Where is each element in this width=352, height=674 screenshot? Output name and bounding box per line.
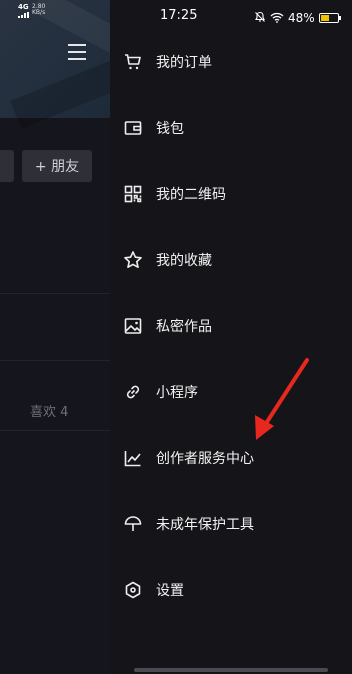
qr-code-icon xyxy=(122,183,144,205)
wifi-icon xyxy=(270,8,284,27)
signal-strength-icon xyxy=(18,12,29,18)
divider xyxy=(0,293,110,294)
profile-cover xyxy=(0,0,110,129)
menu-item-orders[interactable]: 我的订单 xyxy=(110,29,352,95)
divider xyxy=(0,360,110,361)
background-profile-page: 4G 2.80 KB/s + 朋友 喜欢 4 xyxy=(0,0,110,674)
menu-item-label: 未成年保护工具 xyxy=(156,517,254,533)
menu-item-minor-protection[interactable]: 未成年保护工具 xyxy=(110,491,352,557)
star-icon xyxy=(122,249,144,271)
battery-percent: 48% xyxy=(288,10,315,25)
menu-item-label: 创作者服务中心 xyxy=(156,451,254,467)
menu-item-label: 设置 xyxy=(156,583,184,599)
divider xyxy=(0,430,110,431)
net-speed-unit: KB/s xyxy=(32,9,46,16)
cart-icon xyxy=(122,51,144,73)
status-time: 17:25 xyxy=(160,8,198,23)
menu-item-settings[interactable]: 设置 xyxy=(110,557,352,623)
menu-item-label: 我的收藏 xyxy=(156,253,212,269)
menu-item-private-works[interactable]: 私密作品 xyxy=(110,293,352,359)
status-bar-left: 4G 2.80 KB/s xyxy=(18,4,45,18)
menu-item-label: 我的二维码 xyxy=(156,187,226,203)
wallet-icon xyxy=(122,117,144,139)
mini-program-link-icon xyxy=(122,381,144,403)
side-drawer: 17:25 48% 我的订单 钱包 我的二维码 我的收藏 私密作品 小程序 创作… xyxy=(110,0,352,674)
menu-item-label: 私密作品 xyxy=(156,319,212,335)
tab-likes[interactable]: 喜欢 4 xyxy=(30,401,68,420)
menu-item-label: 我的订单 xyxy=(156,55,212,71)
battery-icon xyxy=(318,12,341,23)
drawer-menu: 我的订单 钱包 我的二维码 我的收藏 私密作品 小程序 创作者服务中心 未成年保… xyxy=(110,29,352,623)
edit-profile-button[interactable] xyxy=(0,150,14,182)
mute-bell-icon xyxy=(254,8,266,27)
home-indicator xyxy=(134,668,328,672)
menu-item-label: 钱包 xyxy=(156,121,184,137)
menu-item-wallet[interactable]: 钱包 xyxy=(110,95,352,161)
private-image-icon xyxy=(122,315,144,337)
settings-icon xyxy=(122,579,144,601)
network-type: 4G xyxy=(18,3,29,11)
chart-line-icon xyxy=(122,447,144,469)
menu-item-favorites[interactable]: 我的收藏 xyxy=(110,227,352,293)
umbrella-icon xyxy=(122,513,144,535)
menu-item-mini-programs[interactable]: 小程序 xyxy=(110,359,352,425)
status-bar: 17:25 48% xyxy=(110,0,352,32)
add-friend-button[interactable]: + 朋友 xyxy=(22,150,92,182)
menu-item-qr-code[interactable]: 我的二维码 xyxy=(110,161,352,227)
menu-item-creator-center[interactable]: 创作者服务中心 xyxy=(110,425,352,491)
hamburger-menu-icon[interactable] xyxy=(68,44,86,60)
menu-item-label: 小程序 xyxy=(156,385,198,401)
